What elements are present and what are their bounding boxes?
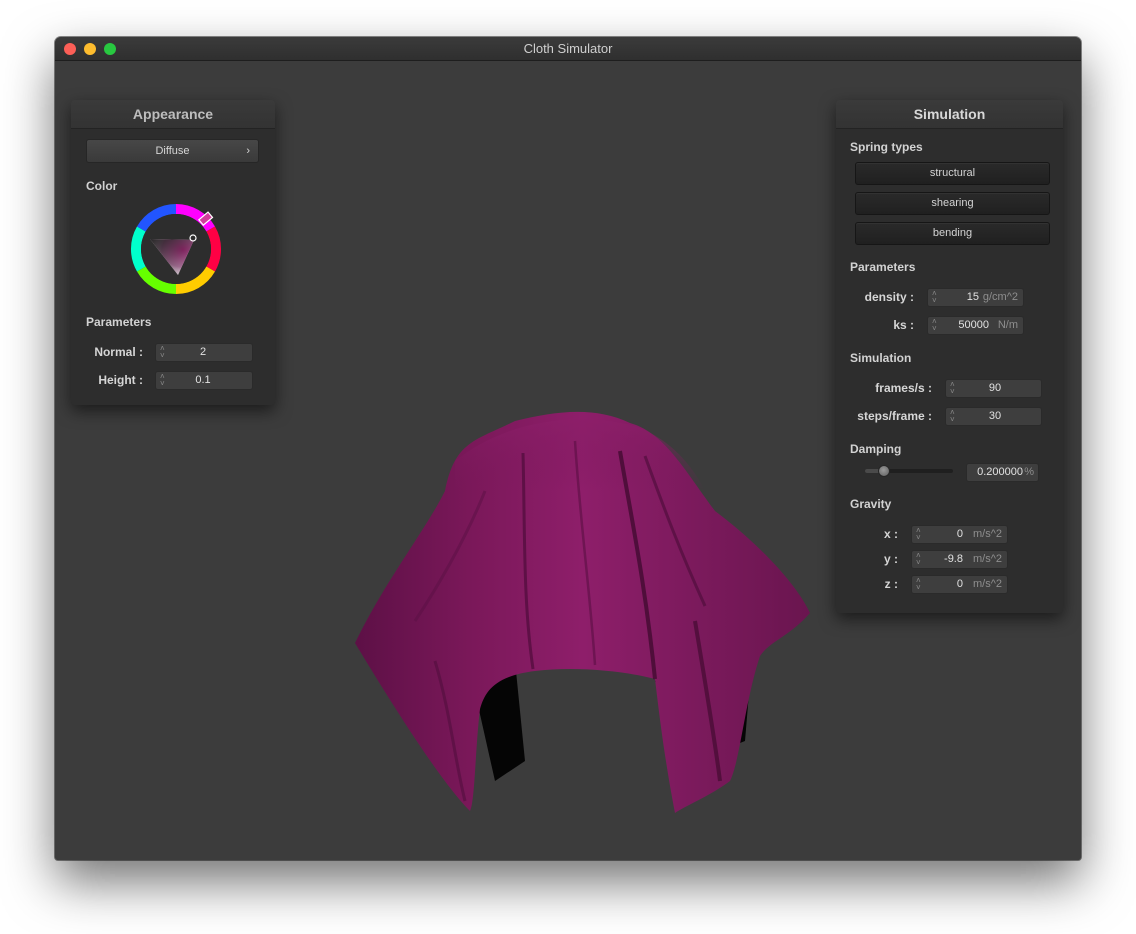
density-unit: g/cm^2 — [982, 291, 1018, 303]
titlebar[interactable]: Cloth Simulator — [55, 37, 1081, 61]
appearance-panel: Appearance Diffuse › Color Parameters No… — [71, 100, 275, 405]
stepper-arrows-icon[interactable]: ˄ ˅ — [160, 373, 165, 388]
height-label: Height : — [98, 373, 143, 387]
damping-slider-knob[interactable] — [877, 465, 890, 477]
color-wheel[interactable] — [130, 203, 222, 295]
stepper-arrows-icon[interactable]: ˄ ˅ — [932, 318, 937, 333]
gravity-label: Gravity — [850, 497, 892, 511]
gravity-z-input[interactable]: ˄ ˅ 0 m/s^2 — [911, 575, 1008, 594]
fps-input[interactable]: ˄ ˅ 90 — [945, 379, 1042, 398]
shearing-spring-button[interactable]: shearing — [855, 192, 1050, 215]
shader-dropdown-button[interactable]: Diffuse › — [86, 139, 259, 163]
stepper-arrows-icon[interactable]: ˄ ˅ — [916, 577, 921, 592]
window-title: Cloth Simulator — [523, 41, 613, 56]
fps-value: 90 — [988, 382, 1002, 394]
appearance-parameters-label: Parameters — [86, 315, 152, 329]
gravity-z-unit: m/s^2 — [973, 578, 1002, 590]
gravity-x-label: x : — [883, 527, 898, 541]
density-input[interactable]: ˄ ˅ 15 g/cm^2 — [927, 288, 1024, 307]
normal-input[interactable]: ˄ ˅ 2 — [155, 343, 253, 362]
gravity-y-unit: m/s^2 — [973, 553, 1002, 565]
height-input[interactable]: ˄ ˅ 0.1 — [155, 371, 253, 390]
appearance-header: Appearance — [71, 100, 275, 129]
simulation-panel: Simulation Spring types structural shear… — [836, 100, 1063, 613]
3d-viewport[interactable]: Appearance Diffuse › Color Parameters No… — [55, 61, 1081, 860]
gravity-x-value: 0 — [956, 528, 963, 540]
gravity-y-input[interactable]: ˄ ˅ -9.8 m/s^2 — [911, 550, 1008, 569]
ks-label: ks : — [893, 318, 914, 332]
chevron-right-icon: › — [246, 145, 250, 157]
simulation-parameters-label: Parameters — [850, 260, 916, 274]
structural-spring-button[interactable]: structural — [855, 162, 1050, 185]
stepper-arrows-icon[interactable]: ˄ ˅ — [950, 381, 955, 396]
stepper-arrows-icon[interactable]: ˄ ˅ — [160, 345, 165, 360]
gravity-z-label: z : — [884, 577, 898, 591]
normal-label: Normal : — [94, 345, 143, 359]
damping-value: 0.200000 — [977, 466, 1023, 478]
gravity-z-value: 0 — [956, 578, 963, 590]
shader-label: Diffuse — [155, 145, 190, 157]
gravity-y-value: -9.8 — [944, 553, 963, 565]
stepper-arrows-icon[interactable]: ˄ ˅ — [950, 409, 955, 424]
damping-slider[interactable] — [865, 465, 953, 477]
normal-value: 2 — [199, 346, 207, 358]
color-label: Color — [86, 179, 118, 193]
spring-types-label: Spring types — [850, 140, 923, 154]
simulation-section-label: Simulation — [850, 351, 912, 365]
steps-label: steps/frame : — [857, 409, 932, 423]
stepper-arrows-icon[interactable]: ˄ ˅ — [932, 290, 937, 305]
ks-input[interactable]: ˄ ˅ 50000 N/m — [927, 316, 1024, 335]
density-label: density : — [864, 290, 914, 304]
simulation-header: Simulation — [836, 100, 1063, 129]
damping-label: Damping — [850, 442, 902, 456]
ks-unit: N/m — [997, 319, 1018, 331]
ks-value: 50000 — [958, 319, 989, 331]
stepper-arrows-icon[interactable]: ˄ ˅ — [916, 527, 921, 542]
gravity-x-unit: m/s^2 — [973, 528, 1002, 540]
height-value: 0.1 — [195, 374, 211, 386]
gravity-y-label: y : — [883, 552, 898, 566]
gravity-x-input[interactable]: ˄ ˅ 0 m/s^2 — [911, 525, 1008, 544]
density-value: 15 — [966, 291, 979, 303]
stepper-arrows-icon[interactable]: ˄ ˅ — [916, 552, 921, 567]
fps-label: frames/s : — [875, 381, 932, 395]
damping-input[interactable]: 0.200000 % — [966, 463, 1039, 482]
steps-value: 30 — [988, 410, 1002, 422]
damping-unit: % — [1024, 466, 1034, 478]
steps-input[interactable]: ˄ ˅ 30 — [945, 407, 1042, 426]
app-window: Cloth Simulator Appearance Diffuse › Col… — [55, 37, 1081, 860]
bending-spring-button[interactable]: bending — [855, 222, 1050, 245]
